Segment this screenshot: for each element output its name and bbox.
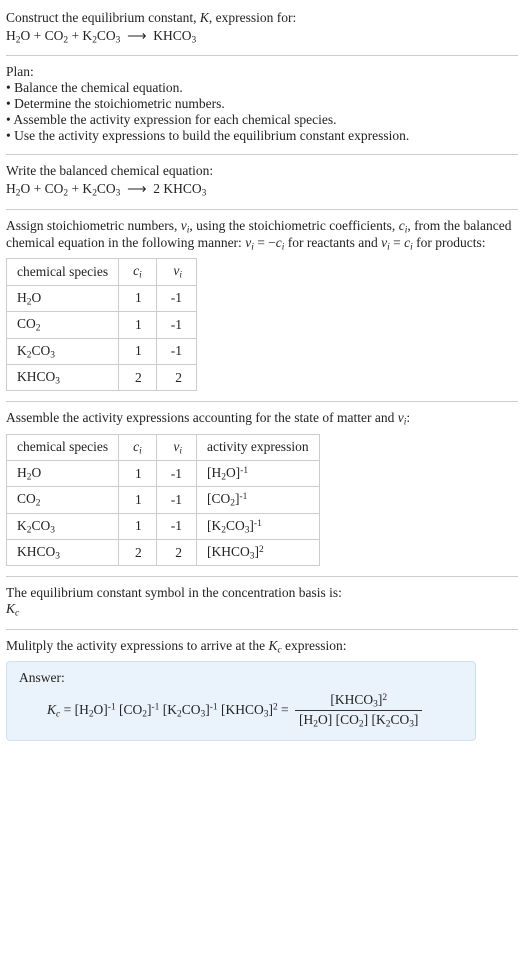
balanced-heading: Write the balanced chemical equation: xyxy=(6,163,518,179)
cell-ci: 1 xyxy=(119,338,157,364)
table-row: K2CO3 1 -1 [K2CO3]-1 xyxy=(7,513,320,539)
cell-vi: 2 xyxy=(156,364,196,390)
table-row: CO2 1 -1 [CO2]-1 xyxy=(7,487,320,513)
table-row: H2O 1 -1 [H2O]-1 xyxy=(7,460,320,486)
col-ci: ci xyxy=(119,259,157,285)
col-activity: activity expression xyxy=(196,434,319,460)
table-row: KHCO3 2 2 xyxy=(7,364,197,390)
col-vi: νi xyxy=(156,259,196,285)
cell-species: K2CO3 xyxy=(7,513,119,539)
cell-species: H2O xyxy=(7,285,119,311)
answer-label: Answer: xyxy=(19,670,463,686)
cell-activity: [K2CO3]-1 xyxy=(196,513,319,539)
cell-species: CO2 xyxy=(7,312,119,338)
divider xyxy=(6,154,518,155)
multiply-section: Mulitply the activity expressions to arr… xyxy=(6,632,518,749)
cell-vi: -1 xyxy=(156,513,196,539)
cell-vi: -1 xyxy=(156,285,196,311)
activity-heading: Assemble the activity expressions accoun… xyxy=(6,410,518,427)
plan-item: • Balance the chemical equation. xyxy=(6,80,518,96)
col-ci: ci xyxy=(119,434,157,460)
table-row: KHCO3 2 2 [KHCO3]2 xyxy=(7,540,320,566)
stoich-section: Assign stoichiometric numbers, νi, using… xyxy=(6,212,518,400)
activity-table: chemical species ci νi activity expressi… xyxy=(6,434,320,567)
cell-species: KHCO3 xyxy=(7,364,119,390)
intro-line1: Construct the equilibrium constant, K, e… xyxy=(6,10,518,26)
divider xyxy=(6,209,518,210)
cell-ci: 1 xyxy=(119,487,157,513)
divider xyxy=(6,401,518,402)
cell-activity: [CO2]-1 xyxy=(196,487,319,513)
table-row: CO2 1 -1 xyxy=(7,312,197,338)
cell-vi: -1 xyxy=(156,338,196,364)
cell-species: CO2 xyxy=(7,487,119,513)
table-header-row: chemical species ci νi xyxy=(7,259,197,285)
plan-section: Plan: • Balance the chemical equation. •… xyxy=(6,58,518,152)
cell-species: H2O xyxy=(7,460,119,486)
cell-vi: -1 xyxy=(156,487,196,513)
cell-ci: 1 xyxy=(119,285,157,311)
cell-ci: 1 xyxy=(119,513,157,539)
cell-vi: -1 xyxy=(156,460,196,486)
multiply-heading: Mulitply the activity expressions to arr… xyxy=(6,638,518,655)
intro-section: Construct the equilibrium constant, K, e… xyxy=(6,4,518,53)
intro-equation: H2O + CO2 + K2CO3 ⟶ KHCO3 xyxy=(6,28,518,45)
table-row: H2O 1 -1 xyxy=(7,285,197,311)
balanced-equation: H2O + CO2 + K2CO3 ⟶ 2 KHCO3 xyxy=(6,181,518,198)
answer-fraction: [KHCO3]2 [H2O] [CO2] [K2CO3] xyxy=(295,692,422,730)
cell-ci: 2 xyxy=(119,540,157,566)
col-species: chemical species xyxy=(7,259,119,285)
answer-box: Answer: Kc = [H2O]-1 [CO2]-1 [K2CO3]-1 [… xyxy=(6,661,476,741)
cell-ci: 2 xyxy=(119,364,157,390)
cell-species: K2CO3 xyxy=(7,338,119,364)
cell-ci: 1 xyxy=(119,312,157,338)
col-species: chemical species xyxy=(7,434,119,460)
cell-species: KHCO3 xyxy=(7,540,119,566)
plan-item: • Determine the stoichiometric numbers. xyxy=(6,96,518,112)
cell-vi: 2 xyxy=(156,540,196,566)
symbol-line1: The equilibrium constant symbol in the c… xyxy=(6,585,518,601)
answer-expression: Kc = [H2O]-1 [CO2]-1 [K2CO3]-1 [KHCO3]2 … xyxy=(19,692,463,730)
stoich-text: Assign stoichiometric numbers, νi, using… xyxy=(6,218,518,253)
plan-item: • Use the activity expressions to build … xyxy=(6,128,518,144)
cell-activity: [KHCO3]2 xyxy=(196,540,319,566)
cell-activity: [H2O]-1 xyxy=(196,460,319,486)
symbol-section: The equilibrium constant symbol in the c… xyxy=(6,579,518,626)
table-row: K2CO3 1 -1 xyxy=(7,338,197,364)
stoich-table: chemical species ci νi H2O 1 -1 CO2 1 -1… xyxy=(6,258,197,391)
cell-ci: 1 xyxy=(119,460,157,486)
plan-heading: Plan: xyxy=(6,64,518,80)
symbol-line2: Kc xyxy=(6,601,518,618)
divider xyxy=(6,55,518,56)
balanced-section: Write the balanced chemical equation: H2… xyxy=(6,157,518,206)
activity-section: Assemble the activity expressions accoun… xyxy=(6,404,518,574)
divider xyxy=(6,576,518,577)
table-header-row: chemical species ci νi activity expressi… xyxy=(7,434,320,460)
col-vi: νi xyxy=(156,434,196,460)
cell-vi: -1 xyxy=(156,312,196,338)
divider xyxy=(6,629,518,630)
plan-item: • Assemble the activity expression for e… xyxy=(6,112,518,128)
